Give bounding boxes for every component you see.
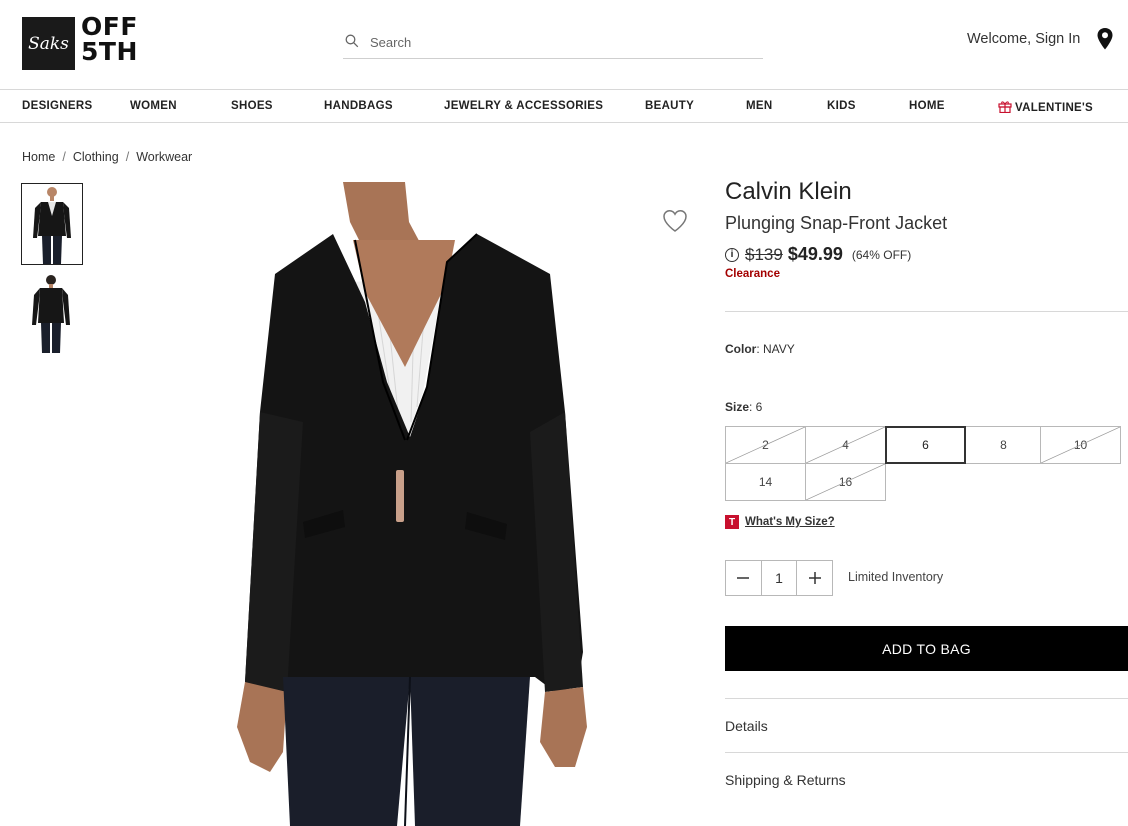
main-nav: DESIGNERS WOMEN SHOES HANDBAGS JEWELRY &… bbox=[0, 89, 1128, 123]
discount-percent: (64% OFF) bbox=[851, 247, 912, 262]
nav-handbags[interactable]: HANDBAGS bbox=[324, 100, 393, 112]
size-selection: Size: 6 bbox=[725, 400, 762, 414]
breadcrumb-home[interactable]: Home bbox=[22, 150, 55, 164]
divider bbox=[725, 698, 1128, 699]
size-label: 14 bbox=[758, 475, 773, 489]
size-option-4[interactable]: 4 bbox=[805, 426, 886, 464]
location-pin-icon[interactable] bbox=[1096, 27, 1114, 51]
color-value: : NAVY bbox=[756, 342, 795, 356]
size-label: 4 bbox=[842, 438, 849, 452]
search-bar[interactable] bbox=[343, 28, 763, 59]
quantity-value[interactable]: 1 bbox=[760, 561, 798, 595]
nav-women[interactable]: WOMEN bbox=[130, 100, 177, 112]
true-fit-icon: T bbox=[725, 515, 739, 529]
breadcrumb-separator: / bbox=[125, 150, 130, 164]
color-selection: Color: NAVY bbox=[725, 342, 795, 356]
minus-icon[interactable] bbox=[726, 561, 761, 595]
plus-icon[interactable] bbox=[797, 561, 832, 595]
color-label: Color bbox=[725, 342, 757, 356]
size-label: Size bbox=[725, 400, 750, 414]
size-option-2[interactable]: 2 bbox=[725, 426, 806, 464]
nav-valentines-label: VALENTINE'S bbox=[1015, 102, 1094, 114]
whats-my-size-label: What's My Size? bbox=[745, 516, 835, 528]
saks-logo-box[interactable]: Saks bbox=[22, 17, 75, 70]
logo-wordmark[interactable]: OFF 5TH bbox=[81, 14, 138, 64]
logo-line-2: 5TH bbox=[81, 37, 138, 66]
divider bbox=[725, 752, 1128, 753]
sale-price: $49.99 bbox=[787, 244, 843, 264]
heart-icon[interactable] bbox=[662, 209, 688, 233]
thumbnail-front[interactable] bbox=[21, 183, 83, 265]
size-label: 2 bbox=[762, 438, 769, 452]
product-name: Plunging Snap-Front Jacket bbox=[725, 213, 948, 233]
gift-icon bbox=[998, 101, 1012, 113]
breadcrumb-workwear[interactable]: Workwear bbox=[136, 150, 192, 164]
thumbnail-back-image bbox=[32, 275, 70, 353]
breadcrumb-clothing[interactable]: Clothing bbox=[73, 150, 119, 164]
divider bbox=[725, 311, 1128, 312]
size-label: 8 bbox=[1000, 438, 1007, 452]
search-icon bbox=[345, 34, 359, 48]
inventory-note: Limited Inventory bbox=[848, 570, 944, 584]
accordion-shipping-returns[interactable]: Shipping & Returns bbox=[725, 772, 846, 788]
quantity-stepper: 1 bbox=[725, 560, 833, 596]
info-icon[interactable]: i bbox=[725, 247, 739, 262]
size-option-14[interactable]: 14 bbox=[725, 463, 806, 501]
breadcrumb: Home / Clothing / Workwear bbox=[22, 150, 192, 164]
logo-script: Saks bbox=[28, 33, 69, 54]
size-option-8[interactable]: 8 bbox=[963, 426, 1044, 464]
product-photo bbox=[237, 182, 587, 826]
size-label: 16 bbox=[838, 475, 853, 489]
whats-my-size-link[interactable]: T What's My Size? bbox=[725, 515, 835, 529]
size-option-16[interactable]: 16 bbox=[805, 463, 886, 501]
nav-jewelry-accessories[interactable]: JEWELRY & ACCESSORIES bbox=[444, 100, 603, 112]
clearance-badge: Clearance bbox=[725, 268, 780, 280]
nav-kids[interactable]: KIDS bbox=[827, 100, 856, 112]
product-main-image[interactable] bbox=[215, 182, 595, 826]
size-label: 10 bbox=[1073, 438, 1088, 452]
breadcrumb-separator: / bbox=[62, 150, 66, 164]
price-row: i $139 $49.99 (64% OFF) bbox=[725, 244, 911, 265]
search-input[interactable] bbox=[368, 32, 748, 52]
size-label: 6 bbox=[922, 438, 929, 452]
product-brand[interactable]: Calvin Klein bbox=[725, 178, 852, 206]
sign-in-link[interactable]: Welcome, Sign In bbox=[967, 31, 1080, 47]
thumbnail-front-image bbox=[33, 187, 71, 264]
nav-shoes[interactable]: SHOES bbox=[231, 100, 273, 112]
size-value: : 6 bbox=[749, 400, 763, 414]
original-price: $139 bbox=[745, 244, 783, 264]
nav-men[interactable]: MEN bbox=[746, 100, 772, 112]
accordion-details[interactable]: Details bbox=[725, 718, 768, 734]
size-option-10[interactable]: 10 bbox=[1040, 426, 1121, 464]
nav-designers[interactable]: DESIGNERS bbox=[22, 100, 92, 112]
logo-line-1: OFF bbox=[81, 12, 138, 41]
size-option-6[interactable]: 6 bbox=[885, 426, 966, 464]
nav-valentines[interactable]: VALENTINE'S bbox=[998, 100, 1093, 114]
nav-beauty[interactable]: BEAUTY bbox=[645, 100, 694, 112]
thumbnail-back[interactable] bbox=[21, 273, 83, 355]
nav-home[interactable]: HOME bbox=[909, 100, 945, 112]
add-to-bag-button[interactable]: ADD TO BAG bbox=[725, 626, 1128, 671]
